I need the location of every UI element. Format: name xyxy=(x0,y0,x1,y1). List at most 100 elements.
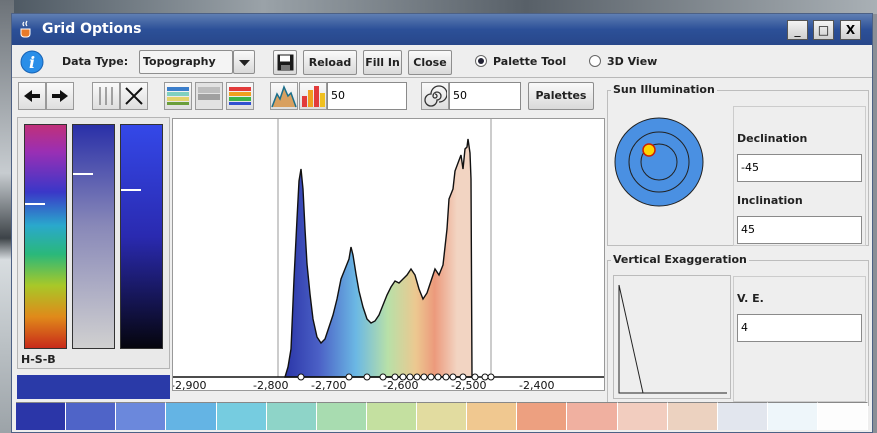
spiral-icon xyxy=(424,85,447,107)
data-type-label: Data Type: xyxy=(62,55,129,68)
palette-gray-button[interactable] xyxy=(195,82,223,110)
palette-node[interactable] xyxy=(345,373,353,381)
palette-node[interactable] xyxy=(481,373,489,381)
histogram-chart[interactable]: -2,900 -2,800 -2,700 -2,600 -2,500 -2,40… xyxy=(171,119,604,392)
sun-position-marker[interactable] xyxy=(642,143,656,157)
shift-left-button[interactable] xyxy=(18,82,46,110)
palette-swatch[interactable] xyxy=(467,402,518,430)
palette-swatch[interactable] xyxy=(717,402,768,430)
tick-label-0: -2,900 xyxy=(173,379,206,390)
tick-labels: -2,900 -2,800 -2,700 -2,600 -2,500 -2,40… xyxy=(171,379,554,392)
right-panel: Sun Illumination Declination -45 Inclina… xyxy=(607,82,869,406)
fill-in-button[interactable]: Fill In xyxy=(363,50,402,75)
palette-node[interactable] xyxy=(363,373,371,381)
wave-palette-icon xyxy=(167,87,189,105)
palette-swatch[interactable] xyxy=(66,402,117,430)
palette-node[interactable] xyxy=(459,373,467,381)
shift-right-button[interactable] xyxy=(46,82,74,110)
palette-swatch[interactable] xyxy=(166,402,217,430)
3d-view-label[interactable]: 3D View xyxy=(607,55,657,68)
palette-node[interactable] xyxy=(442,373,450,381)
palette-node[interactable] xyxy=(434,373,442,381)
palette-swatch[interactable] xyxy=(216,402,267,430)
data-type-dropdown[interactable] xyxy=(233,50,255,74)
close-window-button[interactable]: X xyxy=(840,20,861,40)
palette-swatch[interactable] xyxy=(517,402,568,430)
inclination-field[interactable]: 45 xyxy=(737,216,862,244)
title-bar[interactable]: Grid Options _ □ X xyxy=(12,14,872,45)
tick-label-1: -2,800 xyxy=(253,379,288,390)
palette-node[interactable] xyxy=(413,373,421,381)
declination-label: Declination xyxy=(737,132,808,145)
bar-chart-button[interactable] xyxy=(299,82,327,110)
vertical-lines-icon xyxy=(99,87,113,105)
palette-swatch[interactable] xyxy=(16,402,67,430)
palette-tool-label[interactable]: Palette Tool xyxy=(493,55,566,68)
bin-count-field[interactable]: 50 xyxy=(327,82,407,110)
palette-node[interactable] xyxy=(391,373,399,381)
selected-color-strip xyxy=(17,375,170,399)
minimize-button[interactable]: _ xyxy=(787,20,808,40)
tick-label-5: -2,400 xyxy=(519,379,554,390)
save-button[interactable] xyxy=(273,50,297,75)
palette-node[interactable] xyxy=(379,373,387,381)
palette-node[interactable] xyxy=(420,373,428,381)
gray-palette-icon xyxy=(198,87,220,100)
palette-swatch[interactable] xyxy=(767,402,818,430)
palette-rainbow-button[interactable] xyxy=(226,82,254,110)
arrow-left-icon xyxy=(24,90,40,102)
palette-swatch[interactable] xyxy=(417,402,468,430)
declination-field[interactable]: -45 xyxy=(737,154,862,182)
contrast-field[interactable]: 50 xyxy=(449,82,521,110)
hsb-label: H-S-B xyxy=(21,353,56,366)
even-spacing-button[interactable] xyxy=(92,82,120,110)
spiral-button[interactable] xyxy=(421,82,449,110)
saturation-slider[interactable] xyxy=(72,124,115,349)
palette-node[interactable] xyxy=(487,373,495,381)
palette-tool-radio[interactable] xyxy=(475,55,487,67)
info-icon[interactable]: i xyxy=(20,50,44,74)
maximize-button[interactable]: □ xyxy=(813,20,834,40)
hue-marker[interactable] xyxy=(25,203,45,205)
palette-swatch[interactable] xyxy=(116,402,167,430)
desktop-background xyxy=(0,0,877,14)
palette-node[interactable] xyxy=(471,373,479,381)
reload-button[interactable]: Reload xyxy=(303,50,357,75)
palette-swatch[interactable] xyxy=(366,402,417,430)
palette-swatch[interactable] xyxy=(316,402,367,430)
hue-slider[interactable] xyxy=(24,124,67,349)
brightness-slider[interactable] xyxy=(120,124,163,349)
chevron-down-icon xyxy=(239,60,250,66)
close-button[interactable]: Close xyxy=(408,50,452,75)
palette-swatch[interactable] xyxy=(617,402,668,430)
palette-swatch[interactable] xyxy=(818,402,869,430)
palette-wave-button[interactable] xyxy=(164,82,192,110)
hsb-color-panel: H-S-B xyxy=(17,117,170,369)
saturation-marker[interactable] xyxy=(73,173,93,175)
palette-swatch[interactable] xyxy=(266,402,317,430)
palette-node[interactable] xyxy=(297,373,305,381)
palette-toolbar: 50 50 Palettes xyxy=(12,79,604,115)
palette-swatch[interactable] xyxy=(667,402,718,430)
palette-node[interactable] xyxy=(399,373,407,381)
ve-field[interactable]: 4 xyxy=(737,314,862,342)
palette-node[interactable] xyxy=(406,373,414,381)
arrow-right-icon xyxy=(52,90,68,102)
brightness-marker[interactable] xyxy=(121,189,141,191)
palette-node[interactable] xyxy=(449,373,457,381)
ve-label: V. E. xyxy=(737,292,764,305)
data-type-select[interactable]: Topography xyxy=(139,50,233,74)
3d-view-radio[interactable] xyxy=(589,55,601,67)
palette-swatch[interactable] xyxy=(567,402,618,430)
histogram-button[interactable] xyxy=(270,82,298,110)
tick-label-3: -2,600 xyxy=(383,379,418,390)
inclination-label: Inclination xyxy=(737,194,803,207)
histogram-area xyxy=(284,138,473,378)
histogram-panel[interactable]: -2,900 -2,800 -2,700 -2,600 -2,500 -2,40… xyxy=(171,118,605,392)
palette-node[interactable] xyxy=(427,373,435,381)
palettes-button[interactable]: Palettes xyxy=(528,82,594,110)
sun-direction-dial[interactable] xyxy=(613,116,705,208)
window-title: Grid Options xyxy=(42,21,142,37)
tick-label-4: -2,500 xyxy=(451,379,486,390)
reset-button[interactable] xyxy=(120,82,148,110)
